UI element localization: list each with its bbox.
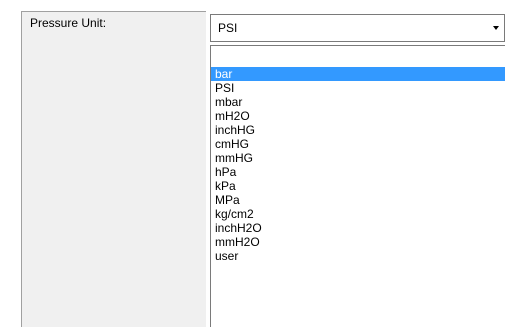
option-list: bar PSI mbar mH2O inchHG cmHG mmHG hPa k… [211,67,505,263]
combobox-selected-value: PSI [218,21,238,35]
list-item[interactable]: user [211,249,505,263]
list-item[interactable]: inchH2O [211,221,505,235]
label-panel: Pressure Unit: [21,11,206,327]
list-item[interactable]: mH2O [211,109,505,123]
chevron-down-icon [492,26,499,30]
list-item[interactable]: mbar [211,95,505,109]
dropdown-edit-area [211,46,505,65]
list-item[interactable]: kg/cm2 [211,207,505,221]
list-item[interactable]: hPa [211,165,505,179]
list-item[interactable]: cmHG [211,137,505,151]
list-item[interactable]: PSI [211,81,505,95]
pressure-unit-label: Pressure Unit: [30,16,107,30]
pressure-unit-dropdown-list: bar PSI mbar mH2O inchHG cmHG mmHG hPa k… [210,45,505,327]
list-item[interactable]: inchHG [211,123,505,137]
list-item[interactable]: MPa [211,193,505,207]
dropdown-arrow-button[interactable] [486,15,504,41]
list-item[interactable]: kPa [211,179,505,193]
pressure-unit-combobox[interactable]: PSI [210,14,505,42]
list-item[interactable]: mmH2O [211,235,505,249]
list-item[interactable]: bar [211,67,505,81]
pressure-unit-form: Pressure Unit: PSI bar PSI mbar mH2O inc… [0,0,505,327]
list-item[interactable]: mmHG [211,151,505,165]
